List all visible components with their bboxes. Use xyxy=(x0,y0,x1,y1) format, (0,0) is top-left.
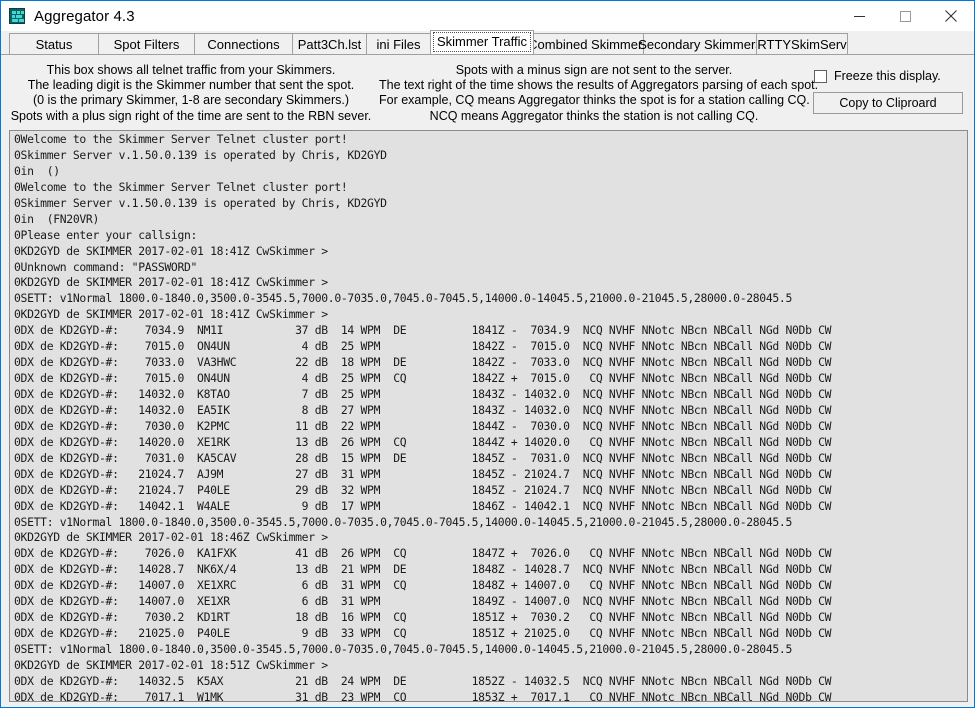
terminal-line: 0Welcome to the Skimmer Server Telnet cl… xyxy=(14,132,967,148)
info-left-line-1: This box shows all telnet traffic from y… xyxy=(1,63,381,78)
info-right-line-4: NCQ means Aggregator thinks the station … xyxy=(379,109,809,124)
tab-secondary-skimmers[interactable]: Secondary Skimmers xyxy=(643,33,757,54)
terminal-line: 0DX de KD2GYD-#: 7030.2 KD1RT 18 dB 16 W… xyxy=(14,610,967,626)
terminal-line: 0DX de KD2GYD-#: 7030.0 K2PMC 11 dB 22 W… xyxy=(14,419,967,435)
app-window: Aggregator 4.3 Status Spot Filters Conne… xyxy=(0,0,975,708)
terminal-line: 0DX de KD2GYD-#: 21025.0 P40LE 9 dB 33 W… xyxy=(14,626,967,642)
terminal-line: 0KD2GYD de SKIMMER 2017-02-01 18:51Z CwS… xyxy=(14,658,967,674)
info-text-right: Spots with a minus sign are not sent to … xyxy=(379,63,809,124)
tab-status[interactable]: Status xyxy=(9,33,99,54)
window-title: Aggregator 4.3 xyxy=(34,8,135,25)
info-right-line-1: Spots with a minus sign are not sent to … xyxy=(379,63,809,78)
terminal-line: 0KD2GYD de SKIMMER 2017-02-01 18:41Z CwS… xyxy=(14,244,967,260)
tab-spot-filters[interactable]: Spot Filters xyxy=(98,33,195,54)
terminal-line: 0SETT: v1Normal 1800.0-1840.0,3500.0-354… xyxy=(14,291,967,307)
terminal-line: 0DX de KD2GYD-#: 21024.7 P40LE 29 dB 32 … xyxy=(14,483,967,499)
terminal-line: 0Welcome to the Skimmer Server Telnet cl… xyxy=(14,180,967,196)
terminal-line: 0DX de KD2GYD-#: 14028.7 NK6X/4 13 dB 21… xyxy=(14,562,967,578)
terminal-line: 0DX de KD2GYD-#: 14020.0 XE1RK 13 dB 26 … xyxy=(14,435,967,451)
terminal-line: 0DX de KD2GYD-#: 7026.0 KA1FXK 41 dB 26 … xyxy=(14,546,967,562)
tab-rttyskimserv[interactable]: RTTYSkimServ xyxy=(756,33,848,54)
title-bar: Aggregator 4.3 xyxy=(1,1,974,31)
tab-ini-files[interactable]: ini Files xyxy=(366,33,431,54)
tab-skimmer-traffic[interactable]: Skimmer Traffic xyxy=(430,30,534,54)
terminal-line: 0KD2GYD de SKIMMER 2017-02-01 18:41Z CwS… xyxy=(14,307,967,323)
info-left-line-2: The leading digit is the Skimmer number … xyxy=(1,78,381,93)
app-icon xyxy=(9,8,25,24)
terminal-line: 0Please enter your callsign: xyxy=(14,228,967,244)
maximize-button[interactable] xyxy=(882,1,928,31)
skimmer-traffic-text: 0Welcome to the Skimmer Server Telnet cl… xyxy=(14,132,967,701)
terminal-line: 0DX de KD2GYD-#: 14032.5 K5AX 21 dB 24 W… xyxy=(14,674,967,690)
terminal-line: 0DX de KD2GYD-#: 14042.1 W4ALE 9 dB 17 W… xyxy=(14,499,967,515)
terminal-line: 0Unknown command: "PASSWORD" xyxy=(14,260,967,276)
copy-to-clipboard-button[interactable]: Copy to Cliproard xyxy=(813,92,963,114)
terminal-line: 0Skimmer Server v.1.50.0.139 is operated… xyxy=(14,196,967,212)
freeze-display-label: Freeze this display. xyxy=(834,69,941,83)
tab-combined-skimmers[interactable]: Combined Skimmers xyxy=(533,33,644,54)
terminal-line: 0DX de KD2GYD-#: 7033.0 VA3HWC 22 dB 18 … xyxy=(14,355,967,371)
terminal-line: 0DX de KD2GYD-#: 21024.7 AJ9M 27 dB 31 W… xyxy=(14,467,967,483)
terminal-line: 0KD2GYD de SKIMMER 2017-02-01 18:41Z CwS… xyxy=(14,275,967,291)
tab-strip: Status Spot Filters Connections Patt3Ch.… xyxy=(1,31,974,55)
terminal-line: 0in (FN20VR) xyxy=(14,212,967,228)
tab-patt3ch-lst[interactable]: Patt3Ch.lst xyxy=(292,33,367,54)
tab-connections[interactable]: Connections xyxy=(194,33,293,54)
window-controls xyxy=(836,1,974,31)
terminal-line: 0DX de KD2GYD-#: 7015.0 ON4UN 4 dB 25 WP… xyxy=(14,371,967,387)
info-panel: This box shows all telnet traffic from y… xyxy=(1,55,974,126)
terminal-line: 0DX de KD2GYD-#: 7015.0 ON4UN 4 dB 25 WP… xyxy=(14,339,967,355)
terminal-line: 0SETT: v1Normal 1800.0-1840.0,3500.0-354… xyxy=(14,515,967,531)
terminal-line: 0Skimmer Server v.1.50.0.139 is operated… xyxy=(14,148,967,164)
close-button[interactable] xyxy=(928,1,974,31)
freeze-display-checkbox[interactable]: Freeze this display. xyxy=(814,69,941,83)
terminal-line: 0DX de KD2GYD-#: 7034.9 NM1I 37 dB 14 WP… xyxy=(14,323,967,339)
terminal-line: 0DX de KD2GYD-#: 14032.0 K8TAO 7 dB 25 W… xyxy=(14,387,967,403)
info-left-line-3: (0 is the primary Skimmer, 1-8 are secon… xyxy=(1,93,381,108)
checkbox-box-icon[interactable] xyxy=(814,70,827,83)
info-right-line-3: For example, CQ means Aggregator thinks … xyxy=(379,93,809,108)
info-left-line-4: Spots with a plus sign right of the time… xyxy=(1,109,381,124)
terminal-line: 0SETT: v1Normal 1800.0-1840.0,3500.0-354… xyxy=(14,642,967,658)
info-right-line-2: The text right of the time shows the res… xyxy=(379,78,809,93)
info-text-left: This box shows all telnet traffic from y… xyxy=(1,63,381,124)
terminal-line: 0in () xyxy=(14,164,967,180)
terminal-line: 0KD2GYD de SKIMMER 2017-02-01 18:46Z CwS… xyxy=(14,530,967,546)
terminal-line: 0DX de KD2GYD-#: 7031.0 KA5CAV 28 dB 15 … xyxy=(14,451,967,467)
terminal-line: 0DX de KD2GYD-#: 14032.0 EA5IK 8 dB 27 W… xyxy=(14,403,967,419)
skimmer-traffic-textbox[interactable]: 0Welcome to the Skimmer Server Telnet cl… xyxy=(9,130,968,702)
terminal-line: 0DX de KD2GYD-#: 14007.0 XE1XR 6 dB 31 W… xyxy=(14,594,967,610)
terminal-line: 0DX de KD2GYD-#: 7017.1 W1MK 31 dB 23 WP… xyxy=(14,690,967,702)
terminal-line: 0DX de KD2GYD-#: 14007.0 XE1XRC 6 dB 31 … xyxy=(14,578,967,594)
minimize-button[interactable] xyxy=(836,1,882,31)
